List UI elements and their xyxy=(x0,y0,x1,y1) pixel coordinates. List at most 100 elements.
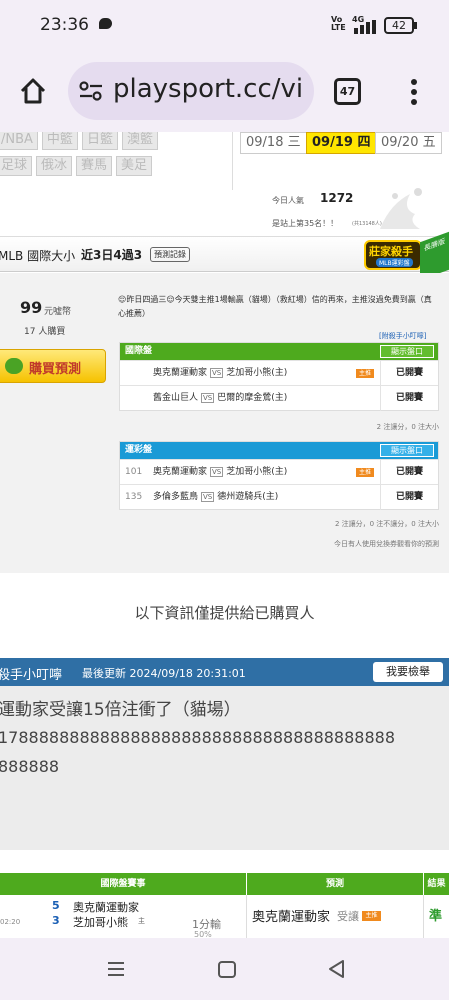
date-tab-0918[interactable]: 09/18 三 xyxy=(240,132,307,154)
predictor-title: MLB 國際大小 xyxy=(0,249,76,263)
vs-icon: VS xyxy=(201,492,215,502)
vs-icon: VS xyxy=(210,368,224,378)
tips-updated: 最後更新 2024/09/18 20:31:01 xyxy=(82,667,246,680)
match-status: 已開賽 xyxy=(380,485,438,510)
table-row: 奧克蘭運動家 VS 芝加哥小熊(主) 主推 已開賽 xyxy=(120,360,438,386)
date-tab-0919[interactable]: 09/19 四 xyxy=(306,132,377,154)
pick-type: 受讓 xyxy=(337,910,359,923)
home-tag: 主 xyxy=(138,917,145,925)
tab-switcher-button[interactable]: 47 xyxy=(334,78,361,105)
system-nav-bar xyxy=(0,938,449,1000)
lottery-table: 運彩盤 顯示盤口 101 奧克蘭運動家 VS 芝加哥小熊(主) 主推 已開賽 135… xyxy=(119,441,439,510)
coin-icon xyxy=(5,358,23,374)
home-team: 芝加哥小熊 xyxy=(73,916,128,929)
purchase-notice: 以下資訊僅提供給已購買人 xyxy=(134,604,315,622)
handicap-percent: 50% xyxy=(194,930,212,938)
price-unit: 元噓幣 xyxy=(44,307,72,317)
url-text[interactable]: playsport.cc/vi xyxy=(113,74,303,104)
match-status: 已開賽 xyxy=(380,361,438,386)
away-team: 奧克蘭運動家 xyxy=(73,901,139,914)
away-team: 舊金山巨人 xyxy=(153,393,199,403)
vs-icon: VS xyxy=(210,467,224,477)
vs-icon: VS xyxy=(201,393,215,403)
url-bar[interactable]: playsport.cc/vi xyxy=(68,62,314,120)
match-status: 已開賽 xyxy=(380,386,438,411)
intl-table-title: 國際盤 xyxy=(125,346,153,356)
signal-icon xyxy=(352,19,378,34)
home-team: 芝加哥小熊(主) xyxy=(226,368,288,378)
badge-title: 莊家殺手 xyxy=(369,245,413,258)
league-tags: /NBA 中籃 日籃 澳籃 足球 俄冰 賽馬 美足 xyxy=(0,132,236,180)
game-time: 02:20 xyxy=(0,918,21,926)
badge-subtitle: MLB運彩盤 xyxy=(376,258,413,267)
intl-table-note: 2 注讓分，0 注大小 xyxy=(376,423,439,431)
killer-badge: 莊家殺手 MLB運彩盤 xyxy=(364,240,422,270)
buyers-count: 17 人購買 xyxy=(24,327,66,337)
date-tab-0920[interactable]: 09/20 五 xyxy=(375,132,442,154)
league-tag[interactable]: 日籃 xyxy=(81,132,118,150)
match-number: 101 xyxy=(125,467,143,477)
match-status: 已開賽 xyxy=(380,460,438,485)
divider xyxy=(423,895,424,938)
tips-title: 殺手小叮嚀 xyxy=(0,668,63,683)
home-icon[interactable] xyxy=(18,76,48,106)
web-page: /NBA 中籃 日籃 澳籃 足球 俄冰 賽馬 美足 09/18 三 09/19 四 09/2… xyxy=(0,132,449,938)
table-row: 101 奧克蘭運動家 VS 芝加哥小熊(主) 主推 已開賽 xyxy=(120,459,438,485)
match-teams: 奧克蘭運動家 VS 芝加哥小熊(主) xyxy=(153,460,287,485)
show-odds-button[interactable]: 顯示盤口 xyxy=(380,444,434,457)
back-icon[interactable] xyxy=(327,959,347,979)
lottery-table-note: 2 注讓分，0 注不讓分，0 注大小 xyxy=(334,520,439,528)
show-odds-button[interactable]: 顯示盤口 xyxy=(380,345,434,358)
battery-tip xyxy=(414,22,417,29)
away-team: 多倫多藍鳥 xyxy=(153,492,199,502)
popularity-value: 1272 xyxy=(320,191,354,205)
pick-team: 奧克蘭運動家 xyxy=(252,910,331,925)
report-button[interactable]: 我要檢舉 xyxy=(373,662,443,682)
status-bar: 23:36 Vo LTE 4G 42 xyxy=(0,0,449,52)
home-team: 芝加哥小熊(主) xyxy=(226,467,288,477)
away-team: 奧克蘭運動家 xyxy=(153,467,208,477)
league-tag[interactable]: 足球 xyxy=(0,156,33,176)
table-row: 舊金山巨人 VS 巴爾的摩金鶯(主) 已開賽 xyxy=(120,385,438,411)
tips-panel: 殺手小叮嚀 最後更新 2024/09/18 20:31:01 我要檢舉 運動家受… xyxy=(0,658,449,850)
predictor-message: 😌昨日四過三😌今天雙主推1場輸贏（貓場）（救紅場）信的再來，主推沒過免費到贏（真… xyxy=(118,295,432,318)
tips-line-2: 178888888888888888888888888888888888888 xyxy=(0,728,396,747)
table-row: 135 多倫多藍鳥 VS 德州遊騎兵(主) 已開賽 xyxy=(120,484,438,510)
status-time: 23:36 xyxy=(40,15,89,35)
splash-decoration-icon xyxy=(370,184,430,234)
tips-line-1: 運動家受讓15倍注衝了（貓場） xyxy=(0,700,241,720)
col-header-pick: 預測 xyxy=(247,873,423,895)
history-button[interactable]: 預測記錄 xyxy=(150,247,190,262)
intl-table-header: 國際盤 顯示盤口 xyxy=(120,343,438,360)
league-tag[interactable]: /NBA xyxy=(0,132,38,150)
league-tag[interactable]: 澳籃 xyxy=(121,132,158,150)
buy-button-label: 購買預測 xyxy=(29,362,82,377)
col-header-match: 國際盤賽事 xyxy=(0,873,246,895)
col-header-result: 結果 xyxy=(424,873,449,895)
match-teams: 奧克蘭運動家 VS 芝加哥小熊(主) xyxy=(153,361,287,386)
site-settings-icon[interactable] xyxy=(78,79,104,103)
away-team: 奧克蘭運動家 xyxy=(153,368,208,378)
predictor-record: 近3日4過3 xyxy=(81,248,143,262)
chat-notification-icon xyxy=(99,18,112,29)
results-table: 國際盤賽事 預測 結果 02:20 5 3 奧克蘭運動家 芝加哥小熊 主 1分輸… xyxy=(0,873,449,938)
league-tag[interactable]: 美足 xyxy=(116,156,153,176)
predictor-header: MLB 國際大小 近3日4過3 預測記錄 莊家殺手 MLB運彩盤 長勝版 xyxy=(0,231,449,281)
home-nav-icon[interactable] xyxy=(218,961,236,978)
battery-icon: 42 xyxy=(384,17,414,34)
tips-link[interactable]: [附殺手小叮嚀] xyxy=(379,331,426,341)
recent-apps-icon[interactable] xyxy=(106,960,126,978)
more-menu-icon[interactable] xyxy=(410,78,418,106)
league-tag[interactable]: 俄冰 xyxy=(36,156,73,176)
tips-panel-header: 殺手小叮嚀 最後更新 2024/09/18 20:31:01 我要檢舉 xyxy=(0,658,449,686)
price-value: 99 xyxy=(20,298,43,317)
result-label: 準 xyxy=(429,909,443,924)
home-score: 3 xyxy=(52,914,60,927)
main-pick-badge: 主推 xyxy=(356,468,374,477)
buy-prediction-button[interactable]: 購買預測 xyxy=(0,349,106,383)
league-tag[interactable]: 中籃 xyxy=(41,132,78,150)
match-teams: 舊金山巨人 VS 巴爾的摩金鶯(主) xyxy=(153,386,287,411)
divider xyxy=(246,895,247,938)
league-tag[interactable]: 賽馬 xyxy=(76,156,113,176)
popularity-rank: 是站上第35名！！ xyxy=(272,219,339,228)
